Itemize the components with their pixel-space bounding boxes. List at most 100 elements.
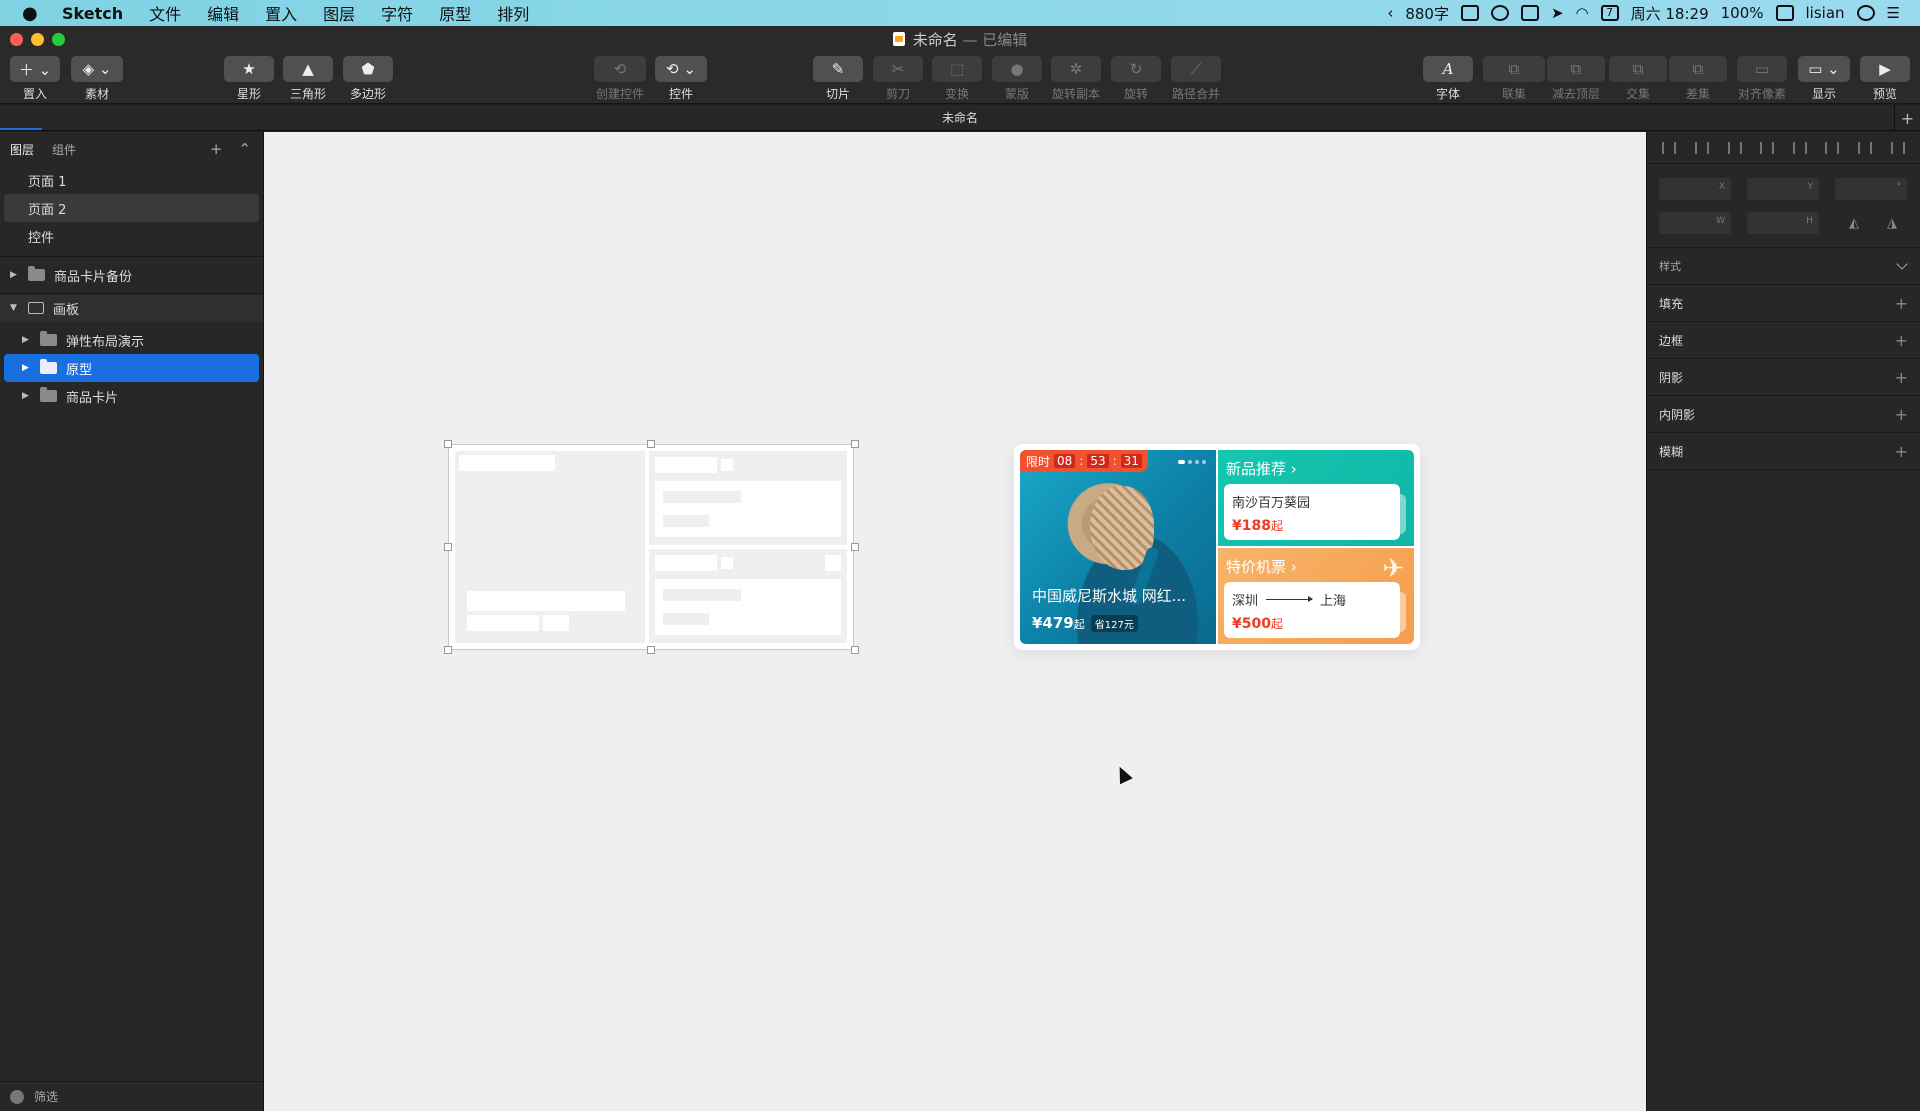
collapse-chevron-up-icon[interactable]: ⌃ [238, 140, 251, 158]
align-right-icon[interactable] [1792, 141, 1807, 154]
page-item-symbols[interactable]: 控件 [4, 222, 259, 250]
slice-tool[interactable]: ✎ 切片 [813, 56, 863, 102]
resize-handle-l[interactable] [444, 543, 452, 551]
symbol-tool[interactable]: ⟲ ⌄ 控件 [655, 56, 707, 102]
transform-icon[interactable]: ⬚ [932, 56, 982, 82]
insert-tool[interactable]: ＋ ⌄ 置入 [10, 56, 60, 102]
tab-components[interactable]: 组件 [52, 141, 76, 158]
card-destination-panel[interactable]: 限时 08: 53: 31 中国威尼斯水城 网红... ¥479起 省127元 [1020, 450, 1216, 644]
add-fill-plus-icon[interactable]: + [1895, 294, 1908, 313]
input-method-icon[interactable] [1520, 5, 1539, 21]
align-middle-icon[interactable] [1858, 141, 1873, 154]
play-icon[interactable]: ▶ [1860, 56, 1910, 82]
create-symbol-tool[interactable]: ⟲ 创建控件 [594, 56, 646, 102]
siri-icon[interactable] [1856, 5, 1875, 21]
align-bottom-icon[interactable] [1890, 141, 1905, 154]
prototype-wireframe[interactable] [448, 444, 854, 650]
scissors-tool[interactable]: ✂ 剪刀 [873, 56, 923, 102]
resize-handle-t[interactable] [647, 440, 655, 448]
new-tab-plus-icon[interactable]: + [1894, 105, 1920, 131]
scissors-icon[interactable]: ✂ [873, 56, 923, 82]
wifi-icon[interactable]: ◠ [1576, 4, 1589, 22]
product-card[interactable]: 限时 08: 53: 31 中国威尼斯水城 网红... ¥479起 省127元 … [1014, 444, 1420, 650]
border-section[interactable]: 边框 + [1647, 322, 1920, 359]
filter-bar[interactable]: 筛选 [0, 1081, 263, 1111]
distribute-vertical-icon[interactable] [1694, 141, 1709, 154]
polygon-tool[interactable]: ⬟ 多边形 [343, 56, 393, 102]
menu-sketch[interactable]: Sketch [62, 4, 123, 23]
layers-icon[interactable]: ◈ ⌄ [71, 56, 123, 82]
union-icon[interactable]: ⧉ [1483, 56, 1545, 82]
layer-prototype[interactable]: ▶ 原型 [4, 354, 259, 382]
align-left-icon[interactable] [1727, 141, 1742, 154]
symbol-icon[interactable]: ⟲ ⌄ [655, 56, 707, 82]
style-section[interactable]: 样式 [1647, 248, 1920, 285]
add-blur-plus-icon[interactable]: + [1895, 442, 1908, 461]
display-icon[interactable]: ▭ ⌄ [1798, 56, 1850, 82]
menu-edit[interactable]: 编辑 [207, 1, 239, 25]
resize-handle-tr[interactable] [851, 440, 859, 448]
add-border-plus-icon[interactable]: + [1895, 331, 1908, 350]
layer-product-card-backup[interactable]: ▶ 商品卡片备份 [0, 261, 263, 289]
layer-artboard[interactable]: ▼ 画板 [0, 294, 263, 322]
width-field[interactable]: W [1659, 212, 1731, 234]
chevron-down-icon[interactable] [1896, 258, 1908, 270]
resize-handle-r[interactable] [851, 543, 859, 551]
clock[interactable]: 周六 18:29 [1631, 3, 1709, 24]
inner-shadow-section[interactable]: 内阴影 + [1647, 396, 1920, 433]
mask-icon[interactable]: ● [992, 56, 1042, 82]
triangle-icon[interactable]: ▲ [283, 56, 333, 82]
intersect-icon[interactable]: ⧉ [1609, 56, 1667, 82]
resize-handle-tl[interactable] [444, 440, 452, 448]
menu-arrange[interactable]: 排列 [497, 1, 529, 25]
battery-icon[interactable] [1775, 5, 1794, 21]
canvas[interactable]: 限时 08: 53: 31 中国威尼斯水城 网红... ¥479起 省127元 … [264, 132, 1646, 1111]
mask-tool[interactable]: ● 蒙版 [992, 56, 1042, 102]
transform-tool[interactable]: ⬚ 变换 [932, 56, 982, 102]
zoom-window-button[interactable] [52, 33, 65, 46]
tab-layers[interactable]: 图层 [10, 141, 34, 158]
menu-insert[interactable]: 置入 [265, 1, 297, 25]
page-item-1[interactable]: 页面 1 [4, 166, 259, 194]
add-shadow-plus-icon[interactable]: + [1895, 368, 1908, 387]
sync-icon[interactable] [1490, 5, 1509, 21]
filter-icon[interactable] [10, 1089, 24, 1104]
shadow-section[interactable]: 阴影 + [1647, 359, 1920, 396]
document-tab[interactable]: 未命名 [942, 109, 978, 126]
difference-icon[interactable]: ⧉ [1669, 56, 1727, 82]
knife-icon[interactable]: ✎ [813, 56, 863, 82]
path-icon[interactable]: ⟋ [1171, 56, 1221, 82]
pixel-align-icon[interactable]: ▭ [1737, 56, 1787, 82]
y-field[interactable]: Y [1747, 178, 1819, 200]
triangle-tool[interactable]: ▲ 三角形 [283, 56, 333, 102]
x-field[interactable]: X [1659, 178, 1731, 200]
menu-text[interactable]: 字符 [381, 1, 413, 25]
align-top-icon[interactable] [1825, 141, 1840, 154]
plus-icon[interactable]: ＋ ⌄ [10, 56, 60, 82]
battery-percent[interactable]: 100% [1721, 4, 1764, 22]
add-page-plus-icon[interactable]: + [210, 140, 223, 158]
flight-item[interactable]: 深圳 上海 ¥500起 [1224, 582, 1406, 638]
chevron-left-icon[interactable]: ‹ [1387, 4, 1393, 22]
distribute-horizontal-icon[interactable] [1662, 141, 1677, 154]
rotate-copies-tool[interactable]: ✲ 旋转副本 [1051, 56, 1101, 102]
disclosure-right-icon[interactable]: ▶ [22, 391, 34, 401]
pentagon-icon[interactable]: ⬟ [343, 56, 393, 82]
create-symbol-icon[interactable]: ⟲ [594, 56, 646, 82]
display-tool[interactable]: ▭ ⌄ 显示 [1798, 56, 1850, 102]
fill-section[interactable]: 填充 + [1647, 285, 1920, 322]
layer-product-card[interactable]: ▶ 商品卡片 [0, 382, 263, 410]
resize-handle-b[interactable] [647, 646, 655, 654]
preview-tool[interactable]: ▶ 预览 [1860, 56, 1910, 102]
union-tool[interactable]: ⧉ 联集 [1483, 56, 1545, 102]
menu-prototype[interactable]: 原型 [439, 1, 471, 25]
apple-icon[interactable]: ● [22, 3, 48, 24]
star-icon[interactable]: ★ [224, 56, 274, 82]
subtract-icon[interactable]: ⧉ [1547, 56, 1605, 82]
new-product-item[interactable]: 南沙百万葵园 ¥188起 [1224, 484, 1406, 540]
pixel-align-tool[interactable]: ▭ 对齐像素 [1737, 56, 1787, 102]
blur-section[interactable]: 模糊 + [1647, 433, 1920, 470]
control-center-icon[interactable]: ☰ [1887, 4, 1900, 22]
height-field[interactable]: H [1747, 212, 1819, 234]
rotate-copies-icon[interactable]: ✲ [1051, 56, 1101, 82]
